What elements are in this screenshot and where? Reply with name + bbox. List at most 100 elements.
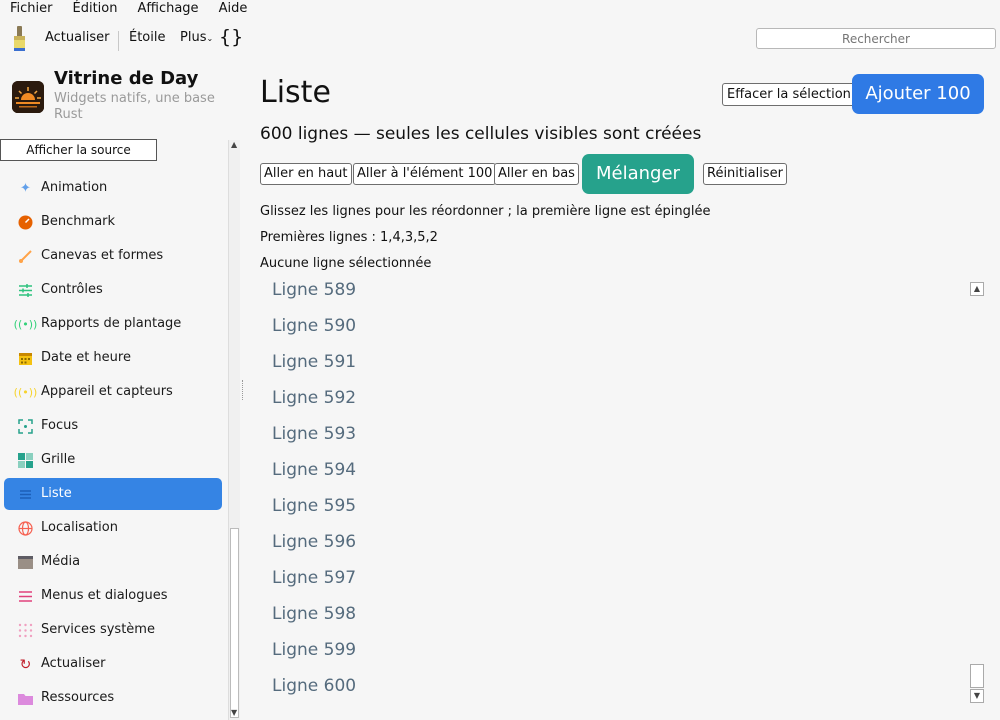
- add-100-button[interactable]: Ajouter 100: [852, 74, 984, 114]
- list-item[interactable]: Ligne 596: [272, 532, 356, 552]
- scroll-up-icon[interactable]: ▲: [231, 140, 237, 149]
- sidebar-item-label: Benchmark: [41, 214, 116, 229]
- sidebar-item-list[interactable]: Liste: [4, 478, 222, 510]
- sidebar-item-resources[interactable]: Ressources: [4, 682, 222, 714]
- sidebar-item-benchmark[interactable]: Benchmark: [4, 206, 222, 238]
- sidebar-item-label: Animation: [41, 180, 108, 195]
- sidebar-item-label: Canevas et formes: [41, 248, 164, 263]
- globe-icon: [18, 521, 33, 536]
- menu-view[interactable]: Affichage: [127, 1, 208, 17]
- sidebar-item-label: Liste: [41, 486, 72, 501]
- list-item[interactable]: Ligne 600: [272, 676, 356, 696]
- app-title: Vitrine de Day: [54, 68, 199, 89]
- more-label: Plus: [180, 30, 207, 45]
- virtual-list[interactable]: Ligne 589 Ligne 590 Ligne 591 Ligne 592 …: [260, 272, 976, 720]
- menu-icon: [18, 589, 33, 604]
- more-button[interactable]: Plus⌄: [180, 30, 213, 45]
- first-rows-text: Premières lignes : 1,4,3,5,2: [260, 230, 438, 245]
- pane-resize-handle[interactable]: [242, 380, 244, 400]
- list-item[interactable]: Ligne 593: [272, 424, 356, 444]
- list-icon: [18, 487, 33, 502]
- sidebar-nav: ✦ Animation Benchmark Canevas et formes …: [4, 140, 226, 720]
- sidebar-scroll-thumb[interactable]: [230, 528, 239, 718]
- chevron-down-icon: ⌄: [206, 34, 214, 43]
- sidebar-item-label: Services système: [41, 622, 155, 637]
- app-logo-icon: [12, 81, 44, 113]
- brush-icon: [18, 249, 33, 264]
- go-bottom-button[interactable]: Aller en bas: [494, 163, 579, 185]
- toolbar-separator: [118, 31, 119, 51]
- sidebar-item-canvas[interactable]: Canevas et formes: [4, 240, 222, 272]
- main-content: Liste Effacer la sélection Ajouter 100 6…: [248, 62, 1000, 720]
- sidebar-item-grid[interactable]: Grille: [4, 444, 222, 476]
- sidebar-item-label: Focus: [41, 418, 79, 433]
- list-scroll-thumb[interactable]: [970, 664, 984, 688]
- list-item[interactable]: Ligne 594: [272, 460, 356, 480]
- menu-bar: Fichier Édition Affichage Aide: [0, 0, 1000, 18]
- sidebar-item-date-time[interactable]: Date et heure: [4, 342, 222, 374]
- sidebar-item-label: Grille: [41, 452, 76, 467]
- clear-selection-button[interactable]: Effacer la sélection: [722, 83, 856, 106]
- reset-button[interactable]: Réinitialiser: [703, 163, 787, 185]
- list-item[interactable]: Ligne 590: [272, 316, 356, 336]
- brush-icon[interactable]: [10, 26, 30, 52]
- list-item[interactable]: Ligne 599: [272, 640, 356, 660]
- list-item[interactable]: Ligne 591: [272, 352, 356, 372]
- menu-file[interactable]: Fichier: [0, 1, 63, 17]
- refresh-icon: ↻: [19, 656, 32, 673]
- sidebar-item-system-services[interactable]: Services système: [4, 614, 222, 646]
- dots-grid-icon: [18, 623, 33, 638]
- app-subtitle: Widgets natifs, une base Rust: [54, 91, 215, 122]
- grid-icon: [18, 453, 33, 468]
- sidebar-item-device-sensors[interactable]: ((•)) Appareil et capteurs: [4, 376, 222, 408]
- sidebar-item-label: Appareil et capteurs: [41, 384, 173, 399]
- toolbar: Actualiser Étoile Plus⌄ {}: [0, 20, 1000, 60]
- star-button[interactable]: Étoile: [129, 30, 166, 45]
- folder-icon: [18, 691, 33, 706]
- focus-icon: [18, 419, 33, 434]
- selection-status: Aucune ligne sélectionnée: [260, 256, 432, 271]
- menu-help[interactable]: Aide: [209, 1, 258, 17]
- sidebar-item-label: Date et heure: [41, 350, 131, 365]
- refresh-button[interactable]: Actualiser: [45, 30, 109, 45]
- sidebar-item-label: Menus et dialogues: [41, 588, 168, 603]
- sidebar-item-controls[interactable]: Contrôles: [4, 274, 222, 306]
- shuffle-button[interactable]: Mélanger: [582, 154, 694, 194]
- gauge-icon: [18, 215, 33, 230]
- sidebar-item-media[interactable]: Média: [4, 546, 222, 578]
- sidebar-item-crash-reports[interactable]: ((•)) Rapports de plantage: [4, 308, 222, 340]
- sliders-icon: [18, 283, 33, 298]
- sidebar-item-menus-dialogs[interactable]: Menus et dialogues: [4, 580, 222, 612]
- sidebar-scrollbar[interactable]: ▲ ▼: [228, 140, 240, 720]
- sidebar: Vitrine de Day Widgets natifs, une base …: [0, 62, 240, 720]
- drag-hint: Glissez les lignes pour les réordonner ;…: [260, 204, 711, 219]
- search-input[interactable]: [756, 28, 996, 49]
- sidebar-item-label: Média: [41, 554, 81, 569]
- go-item-100-button[interactable]: Aller à l'élément 100: [353, 163, 497, 185]
- list-scroll-up-icon[interactable]: ▲: [970, 282, 984, 296]
- list-subtitle: 600 lignes — seules les cellules visible…: [260, 124, 702, 144]
- sidebar-item-label: Rapports de plantage: [41, 316, 182, 331]
- list-item[interactable]: Ligne 595: [272, 496, 356, 516]
- calendar-icon: [18, 351, 33, 366]
- list-item[interactable]: Ligne 597: [272, 568, 356, 588]
- list-scroll-down-icon[interactable]: ▼: [970, 689, 984, 703]
- scroll-down-icon[interactable]: ▼: [231, 708, 237, 717]
- go-top-button[interactable]: Aller en haut: [260, 163, 352, 185]
- sidebar-item-label: Ressources: [41, 690, 115, 705]
- braces-button[interactable]: {}: [219, 26, 243, 48]
- list-item[interactable]: Ligne 592: [272, 388, 356, 408]
- sidebar-item-localization[interactable]: Localisation: [4, 512, 222, 544]
- sidebar-item-refresh[interactable]: ↻ Actualiser: [4, 648, 222, 680]
- sparkle-icon: ✦: [20, 181, 31, 196]
- sidebar-item-focus[interactable]: Focus: [4, 410, 222, 442]
- sidebar-item-label: Contrôles: [41, 282, 103, 297]
- list-item[interactable]: Ligne 598: [272, 604, 356, 624]
- page-title: Liste: [260, 75, 331, 110]
- clapper-icon: [18, 555, 33, 570]
- menu-edit[interactable]: Édition: [63, 1, 128, 17]
- list-item[interactable]: Ligne 589: [272, 280, 356, 300]
- sensor-icon: ((•)): [13, 386, 38, 399]
- show-source-button[interactable]: Afficher la source: [0, 139, 157, 161]
- sidebar-item-animation[interactable]: ✦ Animation: [4, 172, 222, 204]
